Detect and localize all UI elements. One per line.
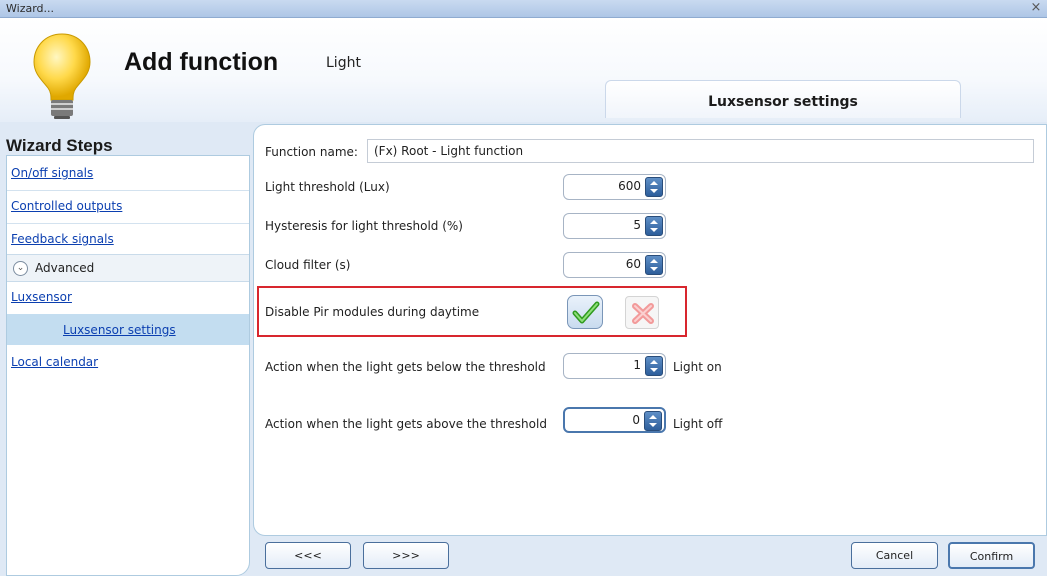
sidebar-title: Wizard Steps (6, 136, 113, 155)
above-action-suffix: Light off (673, 417, 723, 431)
sidebar-divider (7, 190, 249, 191)
function-name-input[interactable] (367, 139, 1034, 163)
sidebar-item-local-calendar[interactable]: Local calendar (11, 355, 98, 369)
spinner-value: 0 (632, 413, 640, 427)
spinner-arrows-icon[interactable] (645, 177, 663, 197)
next-button[interactable]: >>> (363, 542, 449, 569)
below-threshold-label: Action when the light gets below the thr… (265, 360, 546, 374)
light-threshold-spinner[interactable]: 600 (563, 174, 666, 200)
cancel-button[interactable]: Cancel (851, 542, 938, 569)
sidebar-item-luxsensor-settings[interactable]: Luxsensor settings (63, 323, 176, 337)
spinner-value: 600 (618, 179, 641, 193)
cloud-filter-spinner[interactable]: 60 (563, 252, 666, 278)
hysteresis-spinner[interactable]: 5 (563, 213, 666, 239)
spinner-value: 5 (633, 218, 641, 232)
spinner-arrows-icon[interactable] (645, 255, 663, 275)
spinner-arrows-icon[interactable] (645, 356, 663, 376)
sidebar-divider (7, 223, 249, 224)
sidebar-item-selected[interactable]: Luxsensor settings (7, 314, 249, 345)
expand-chevron-icon[interactable]: ⌄ (13, 261, 28, 276)
sidebar-group-label: Advanced (35, 261, 95, 275)
below-action-suffix: Light on (673, 360, 722, 374)
above-threshold-label: Action when the light gets above the thr… (265, 417, 547, 431)
above-threshold-spinner[interactable]: 0 (563, 407, 666, 433)
below-threshold-spinner[interactable]: 1 (563, 353, 666, 379)
wizard-steps-panel: On/off signals Controlled outputs Feedba… (6, 155, 250, 576)
spinner-value: 1 (633, 358, 641, 372)
checkmark-icon (572, 301, 600, 324)
lightbulb-icon (33, 33, 91, 119)
page-subtitle: Light (326, 55, 361, 71)
spinner-value: 60 (625, 257, 641, 271)
sidebar-group-advanced[interactable]: ⌄ Advanced (7, 254, 249, 282)
spinner-arrows-icon[interactable] (644, 411, 662, 431)
page-title: Add function (124, 48, 279, 76)
reject-no-button[interactable] (625, 296, 659, 329)
function-name-label: Function name: (265, 145, 358, 159)
sidebar-item-controlled-outputs[interactable]: Controlled outputs (11, 199, 122, 213)
close-icon[interactable]: × (1029, 0, 1043, 16)
cloud-filter-label: Cloud filter (s) (265, 258, 351, 272)
previous-button[interactable]: <<< (265, 542, 351, 569)
hysteresis-label: Hysteresis for light threshold (%) (265, 219, 463, 233)
sidebar-item-on-off-signals[interactable]: On/off signals (11, 166, 93, 180)
cross-icon (632, 303, 654, 324)
window-titlebar: Wizard... × (0, 0, 1047, 18)
tab-luxsensor-settings[interactable]: Luxsensor settings (605, 80, 961, 118)
sidebar-item-luxsensor[interactable]: Luxsensor (11, 290, 72, 304)
confirm-button[interactable]: Confirm (948, 542, 1035, 569)
window-title: Wizard... (6, 2, 55, 15)
confirm-yes-button[interactable] (567, 295, 603, 329)
wizard-header: Add function Light Luxsensor settings (0, 18, 1047, 122)
sidebar-item-feedback-signals[interactable]: Feedback signals (11, 232, 114, 246)
spinner-arrows-icon[interactable] (645, 216, 663, 236)
disable-pir-label: Disable Pir modules during daytime (265, 305, 480, 319)
light-threshold-label: Light threshold (Lux) (265, 180, 390, 194)
